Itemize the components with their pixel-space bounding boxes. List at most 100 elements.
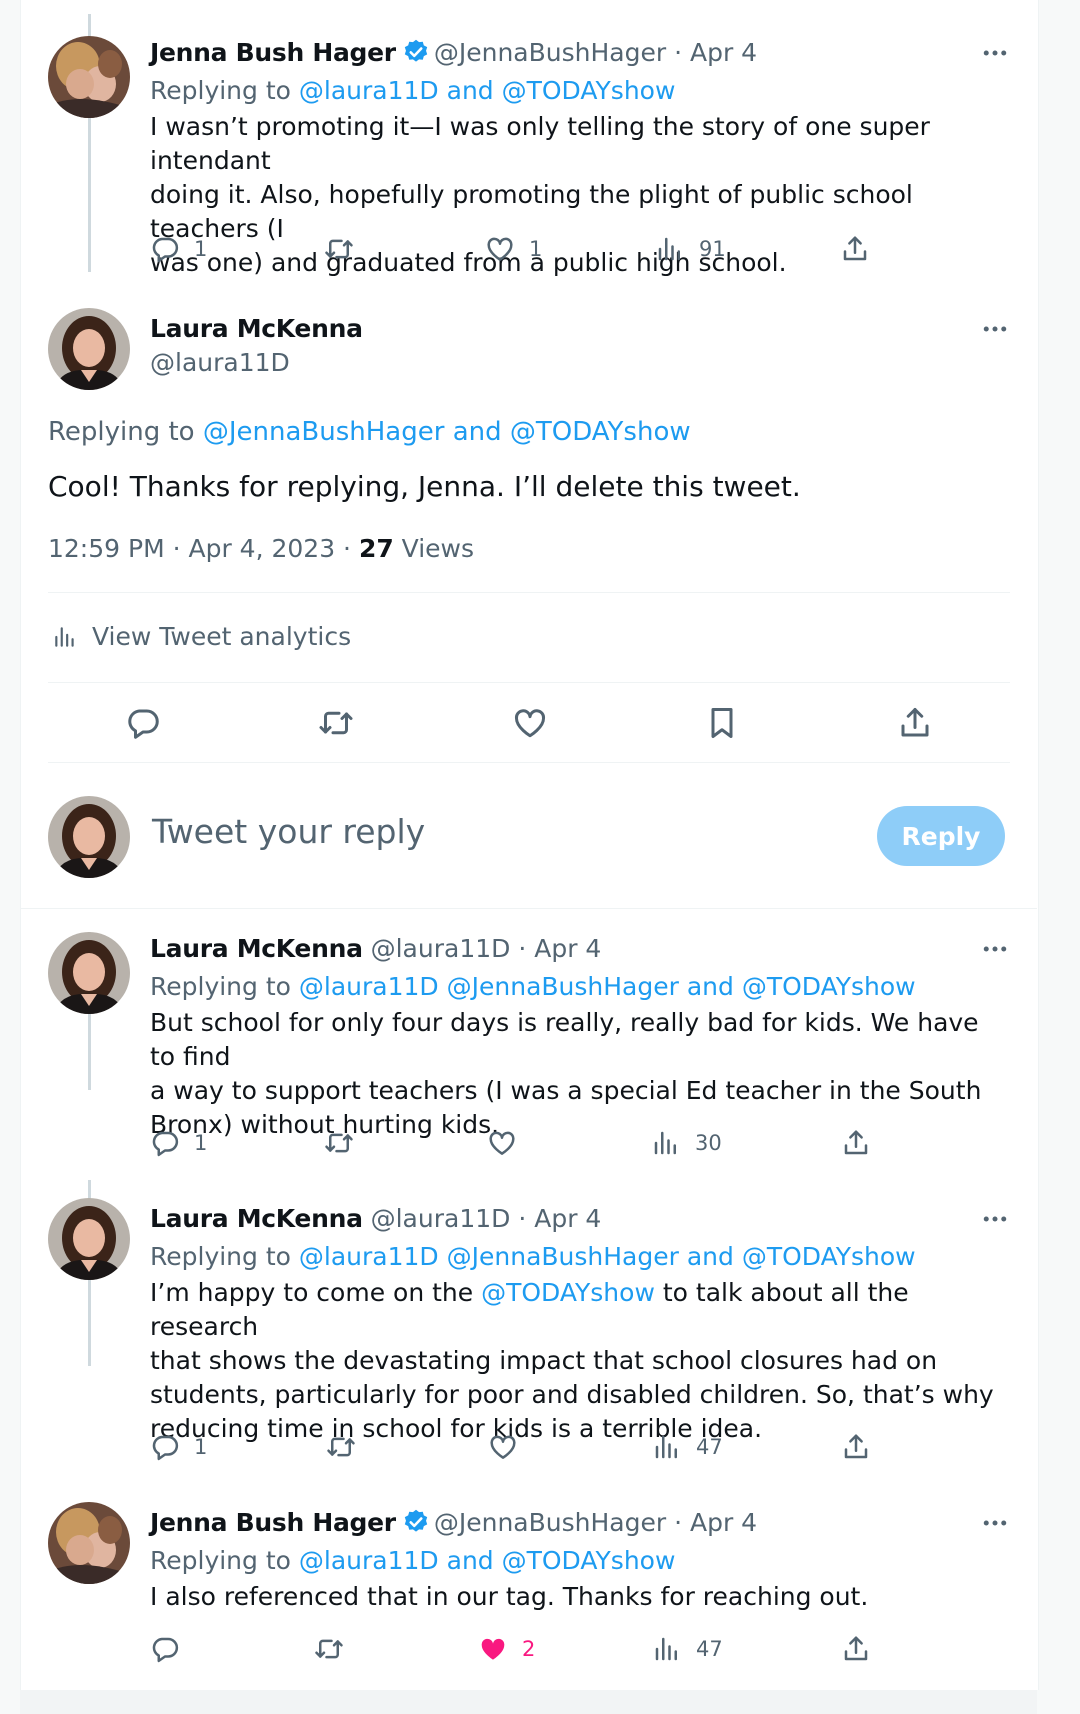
- share-icon: [841, 1432, 871, 1462]
- replying-to-mentions[interactable]: @laura11D and @TODAYshow: [299, 76, 676, 105]
- bookmark-icon[interactable]: [704, 705, 740, 741]
- views-icon: [652, 1432, 682, 1462]
- author-handle[interactable]: @JennaBushHager: [434, 38, 666, 67]
- author-handle[interactable]: @laura11D: [371, 1204, 511, 1233]
- reply-input[interactable]: Tweet your reply: [152, 812, 425, 851]
- reply-action[interactable]: 1: [150, 1432, 207, 1462]
- replying-to-mentions[interactable]: @laura11D @JennaBushHager and @TODAYshow: [299, 1242, 916, 1271]
- view-count: 91: [699, 237, 726, 261]
- reply-count: 1: [194, 1131, 208, 1155]
- replying-to-mentions[interactable]: @laura11D and @TODAYshow: [299, 1546, 676, 1575]
- tweet-text: I’m happy to come on the @TODAYshow to t…: [150, 1276, 1010, 1446]
- mention-link[interactable]: @TODAYshow: [481, 1278, 655, 1307]
- share-icon: [840, 234, 870, 264]
- reply-icon: [150, 1634, 180, 1664]
- share-icon[interactable]: [897, 705, 933, 741]
- verified-badge-icon: [402, 1508, 430, 1536]
- retweet-action[interactable]: [314, 1634, 358, 1664]
- tweet-text-line: I also referenced that in our tag. Thank…: [150, 1582, 869, 1611]
- tweet-date[interactable]: · Apr 4: [518, 1204, 601, 1233]
- more-icon[interactable]: [980, 934, 1010, 964]
- replying-to-label: Replying to: [150, 1546, 291, 1575]
- avatar[interactable]: [48, 932, 130, 1014]
- avatar[interactable]: [48, 1198, 130, 1280]
- avatar[interactable]: [48, 308, 130, 390]
- views-action[interactable]: 91: [655, 234, 726, 264]
- share-action[interactable]: [841, 1128, 871, 1158]
- more-icon[interactable]: [980, 1508, 1010, 1538]
- views-icon: [651, 1128, 681, 1158]
- author-name[interactable]: Laura McKenna: [150, 934, 363, 963]
- more-icon[interactable]: [980, 314, 1010, 344]
- like-action[interactable]: [487, 1128, 531, 1158]
- author-name[interactable]: Jenna Bush Hager: [150, 1508, 396, 1537]
- views-action[interactable]: 30: [651, 1128, 722, 1158]
- author-handle[interactable]: @laura11D: [371, 934, 511, 963]
- tweet-text: I wasn’t promoting it—I was only telling…: [150, 110, 1010, 280]
- like-action[interactable]: 1: [485, 234, 542, 264]
- share-icon: [841, 1634, 871, 1664]
- avatar[interactable]: [48, 1502, 130, 1584]
- share-action[interactable]: [841, 1634, 871, 1664]
- views-action[interactable]: 47: [652, 1432, 723, 1462]
- author-name[interactable]: Jenna Bush Hager: [150, 38, 396, 67]
- tweet-date[interactable]: · Apr 4: [674, 38, 757, 67]
- replying-to-mentions[interactable]: @laura11D @JennaBushHager and @TODAYshow: [299, 972, 916, 1001]
- reply-icon: [150, 234, 180, 264]
- tweet-text-line: reducing time in school for kids is a te…: [150, 1414, 763, 1443]
- reply-action[interactable]: 1: [150, 234, 207, 264]
- views-icon: [52, 624, 78, 650]
- share-action[interactable]: [840, 234, 870, 264]
- share-icon: [841, 1128, 871, 1158]
- reply-button[interactable]: Reply: [877, 806, 1005, 866]
- divider: [48, 592, 1010, 593]
- more-icon[interactable]: [980, 1204, 1010, 1234]
- tweet-text-segment: I’m happy to come on the: [150, 1278, 482, 1307]
- avatar[interactable]: [48, 36, 130, 118]
- author-handle[interactable]: @JennaBushHager: [434, 1508, 666, 1537]
- tweet-text-line: Bronx) without hurting kids.: [150, 1110, 500, 1139]
- heart-icon: [487, 1128, 517, 1158]
- author-name[interactable]: Laura McKenna: [150, 314, 363, 343]
- like-action[interactable]: 2: [478, 1634, 535, 1664]
- divider: [48, 762, 1010, 763]
- reply-action[interactable]: 1: [150, 1128, 207, 1158]
- retweet-action[interactable]: [324, 234, 368, 264]
- heart-icon[interactable]: [512, 705, 548, 741]
- tweet-text: Cool! Thanks for replying, Jenna. I’ll d…: [48, 470, 801, 503]
- retweet-action[interactable]: [326, 1432, 370, 1462]
- reply-icon: [150, 1432, 180, 1462]
- replying-to-label: Replying to: [150, 972, 291, 1001]
- tweet-text-line: I’m happy to come on the @TODAYshow to t…: [150, 1276, 1010, 1344]
- divider: [48, 682, 1010, 683]
- replying-to-label: Replying to: [48, 417, 195, 447]
- retweet-icon: [324, 1128, 354, 1158]
- author-handle[interactable]: @laura11D: [150, 348, 290, 377]
- view-analytics-link[interactable]: View Tweet analytics: [52, 622, 351, 651]
- like-action[interactable]: [488, 1432, 532, 1462]
- tweet-date[interactable]: · Apr 4: [674, 1508, 757, 1537]
- author-name[interactable]: Laura McKenna: [150, 1204, 363, 1233]
- view-count: 30: [695, 1131, 722, 1155]
- retweet-action[interactable]: [324, 1128, 368, 1158]
- retweet-icon: [326, 1432, 356, 1462]
- tweet-text-line: I wasn’t promoting it—I was only telling…: [150, 112, 930, 175]
- reply-count: 1: [194, 1435, 208, 1459]
- views-label: Views: [393, 534, 475, 563]
- retweet-icon[interactable]: [318, 705, 354, 741]
- heart-icon: [485, 234, 515, 264]
- reply-icon[interactable]: [125, 705, 161, 741]
- reply-icon: [150, 1128, 180, 1158]
- reply-action[interactable]: [150, 1634, 194, 1664]
- tweet-text: But school for only four days is really,…: [150, 1006, 1010, 1142]
- like-count: 2: [522, 1637, 536, 1661]
- tweet-date[interactable]: · Apr 4: [518, 934, 601, 963]
- views-icon: [655, 234, 685, 264]
- tweet-text-line: But school for only four days is really,…: [150, 1008, 979, 1071]
- tweet-timestamp[interactable]: 12:59 PM · Apr 4, 2023 ·: [48, 534, 359, 563]
- replying-to-mentions[interactable]: @JennaBushHager and @TODAYshow: [203, 417, 691, 447]
- views-action[interactable]: 47: [652, 1634, 723, 1664]
- more-icon[interactable]: [980, 38, 1010, 68]
- share-action[interactable]: [841, 1432, 871, 1462]
- divider: [20, 908, 1037, 909]
